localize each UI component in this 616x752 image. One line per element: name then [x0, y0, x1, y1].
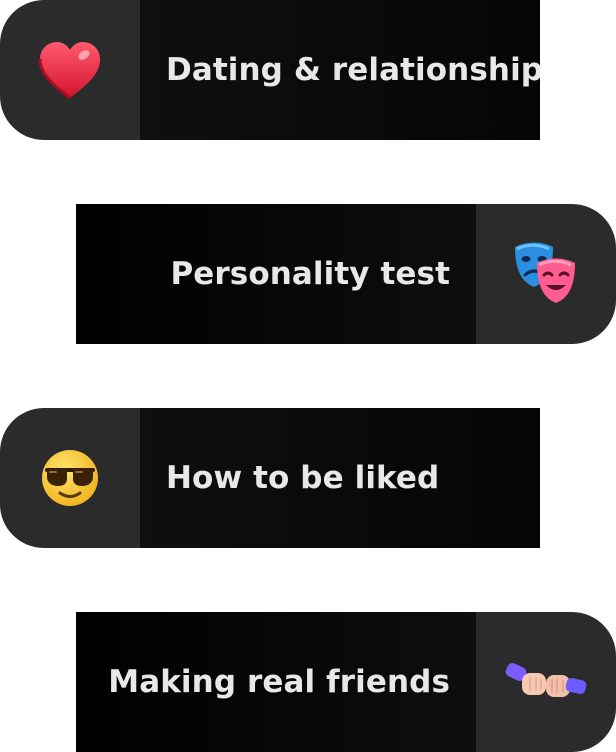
heart-icon	[38, 40, 102, 100]
topic-label: Personality test	[76, 204, 476, 344]
topic-card-personality[interactable]: Personality test	[76, 204, 616, 344]
icon-panel	[476, 612, 616, 752]
icon-panel	[476, 204, 616, 344]
smiling-face-with-sunglasses-icon	[40, 448, 100, 508]
topic-card-liked[interactable]: How to be liked	[0, 408, 540, 548]
icon-panel	[0, 408, 140, 548]
topic-label: Making real friends	[76, 612, 476, 752]
topic-label: How to be liked	[140, 408, 540, 548]
fist-bump-icon	[504, 657, 588, 707]
icon-panel	[0, 0, 140, 140]
topic-card-dating[interactable]: Dating & relationships	[0, 0, 540, 140]
topic-card-friends[interactable]: Making real friends	[76, 612, 616, 752]
topic-label: Dating & relationships	[140, 0, 540, 140]
theater-masks-icon	[511, 241, 581, 307]
